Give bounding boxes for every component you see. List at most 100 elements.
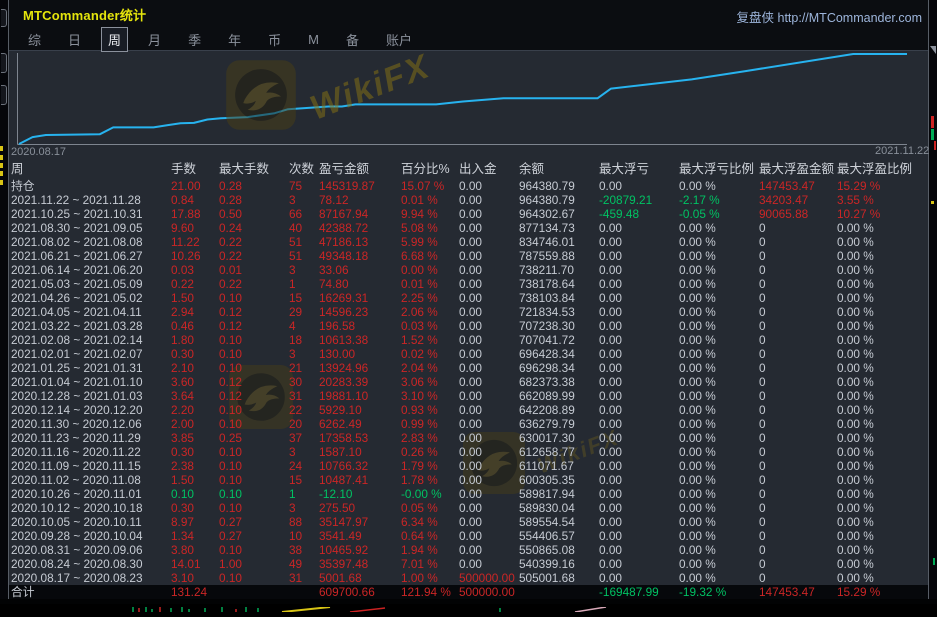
- cell-balance: 787559.88: [519, 249, 599, 263]
- tab-quarter[interactable]: 季: [181, 27, 208, 52]
- table-row[interactable]: 2021.10.25 ~ 2021.10.3117.880.506687167.…: [9, 207, 928, 221]
- cell-max_lots: 0.12: [219, 305, 289, 319]
- cell-max_float_loss_pct: 0.00 %: [679, 557, 759, 571]
- cell-max_float_loss_pct: 0.00 %: [679, 221, 759, 235]
- table-row[interactable]: 2021.05.03 ~ 2021.05.090.220.22174.800.0…: [9, 277, 928, 291]
- table-row[interactable]: 2021.03.22 ~ 2021.03.280.460.124196.580.…: [9, 319, 928, 333]
- table-row[interactable]: 2020.08.31 ~ 2020.09.063.800.103810465.9…: [9, 543, 928, 557]
- table-row[interactable]: 2020.10.05 ~ 2020.10.118.970.278835147.9…: [9, 515, 928, 529]
- cell-lots: 1.50: [171, 473, 219, 487]
- table-row[interactable]: 2020.08.24 ~ 2020.08.3014.011.004935397.…: [9, 557, 928, 571]
- tab-day[interactable]: 日: [61, 27, 88, 52]
- total-row[interactable]: 合计131.24609700.66121.94 %500000.00-16948…: [9, 585, 928, 599]
- cell-max_float_loss_pct: 0.00 %: [679, 487, 759, 501]
- cell-pnl: 16269.31: [319, 291, 401, 305]
- cell-max_float_profit: 0: [759, 515, 837, 529]
- table-row[interactable]: 2020.12.28 ~ 2021.01.033.640.123119881.1…: [9, 389, 928, 403]
- table-row[interactable]: 2020.11.30 ~ 2020.12.062.000.10206262.49…: [9, 417, 928, 431]
- cell-max_float_profit_pct: 0.00 %: [837, 473, 928, 487]
- cell-max_float_loss_pct: 0.00 %: [679, 431, 759, 445]
- table-row[interactable]: 持仓21.000.2875145319.8715.07 %0.00964380.…: [9, 179, 928, 193]
- cell-max_float_profit: 0: [759, 263, 837, 277]
- chart-end-date-label: 2021.11.22: [875, 145, 929, 157]
- col-header-max_lots: 最大手数: [219, 161, 289, 178]
- table-row[interactable]: 2021.08.02 ~ 2021.08.0811.220.225147186.…: [9, 235, 928, 249]
- cell-balance: 550865.08: [519, 543, 599, 557]
- table-row[interactable]: 2020.11.02 ~ 2020.11.081.500.101510487.4…: [9, 473, 928, 487]
- cell-max_float_loss: -20879.21: [599, 193, 679, 207]
- table-row[interactable]: 2020.10.26 ~ 2020.11.010.100.101-12.10-0…: [9, 487, 928, 501]
- table-row[interactable]: 2021.04.26 ~ 2021.05.021.500.101516269.3…: [9, 291, 928, 305]
- cell-count: 15: [289, 291, 319, 305]
- table-row[interactable]: 2021.02.01 ~ 2021.02.070.300.103130.000.…: [9, 347, 928, 361]
- cell-max_float_loss_pct: 0.00 %: [679, 319, 759, 333]
- cell-lots: 3.85: [171, 431, 219, 445]
- cell-pnl: 6262.49: [319, 417, 401, 431]
- cell-pct: 5.08 %: [401, 221, 459, 235]
- tab-memo[interactable]: 备: [339, 27, 366, 52]
- cell-pct: 0.64 %: [401, 529, 459, 543]
- cell-lots: 2.10: [171, 361, 219, 375]
- cell-count: 3: [289, 347, 319, 361]
- table-row[interactable]: 2020.12.14 ~ 2020.12.202.200.10225929.10…: [9, 403, 928, 417]
- table-row[interactable]: 2020.10.12 ~ 2020.10.180.300.103275.500.…: [9, 501, 928, 515]
- table-row[interactable]: 2021.04.05 ~ 2021.04.112.940.122914596.2…: [9, 305, 928, 319]
- cell-pnl: 196.58: [319, 319, 401, 333]
- cell-max_float_profit_pct: 0.00 %: [837, 417, 928, 431]
- table-row[interactable]: 2021.01.25 ~ 2021.01.312.100.102113924.9…: [9, 361, 928, 375]
- tab-currency[interactable]: 币: [261, 27, 288, 52]
- cell-period: 持仓: [11, 179, 171, 193]
- cell-count: 1: [289, 277, 319, 291]
- cell-lots: 11.22: [171, 235, 219, 249]
- tab-year[interactable]: 年: [221, 27, 248, 52]
- cell-cash_flow: 0.00: [459, 221, 519, 235]
- cell-max_lots: 0.10: [219, 543, 289, 557]
- table-row[interactable]: 2021.11.22 ~ 2021.11.280.840.28378.120.0…: [9, 193, 928, 207]
- brand-link[interactable]: 复盘侠 http://MTCommander.com: [737, 7, 922, 26]
- cell-period: 2021.02.01 ~ 2021.02.07: [11, 347, 171, 361]
- table-rows: 持仓21.000.2875145319.8715.07 %0.00964380.…: [9, 179, 928, 585]
- cell-period: 2020.11.30 ~ 2020.12.06: [11, 417, 171, 431]
- cell-cash_flow: 0.00: [459, 375, 519, 389]
- tab-m[interactable]: M: [301, 29, 326, 50]
- table-row[interactable]: 2021.06.21 ~ 2021.06.2710.260.225149348.…: [9, 249, 928, 263]
- table-row[interactable]: 2020.11.09 ~ 2020.11.152.380.102410766.3…: [9, 459, 928, 473]
- cell-pnl: 87167.94: [319, 207, 401, 221]
- table-row[interactable]: 2021.08.30 ~ 2021.09.059.600.244042388.7…: [9, 221, 928, 235]
- tab-week[interactable]: 周: [101, 27, 128, 52]
- cell-max_lots: 0.50: [219, 207, 289, 221]
- tab-month[interactable]: 月: [141, 27, 168, 52]
- cell-pct: 0.99 %: [401, 417, 459, 431]
- table-row[interactable]: 2020.08.17 ~ 2020.08.233.100.10315001.68…: [9, 571, 928, 585]
- tab-composite[interactable]: 综: [21, 27, 48, 52]
- cell-pnl: 5929.10: [319, 403, 401, 417]
- cell-max_float_loss: 0.00: [599, 473, 679, 487]
- table-row[interactable]: 2021.01.04 ~ 2021.01.103.600.123020283.3…: [9, 375, 928, 389]
- tab-account[interactable]: 账户: [379, 27, 419, 52]
- cell-count: 3: [289, 263, 319, 277]
- cell-period: 2020.10.05 ~ 2020.10.11: [11, 515, 171, 529]
- cell-max_float_loss: 0.00: [599, 361, 679, 375]
- cell-max_float_profit: 0: [759, 235, 837, 249]
- cell-max_float_profit: 0: [759, 501, 837, 515]
- table-row[interactable]: 2021.06.14 ~ 2021.06.200.030.01333.060.0…: [9, 263, 928, 277]
- cell-max_float_profit_pct: 0.00 %: [837, 543, 928, 557]
- table-row[interactable]: 2020.11.16 ~ 2020.11.220.300.1031587.100…: [9, 445, 928, 459]
- cell-max_float_loss: 0.00: [599, 389, 679, 403]
- cell-pnl: 33.06: [319, 263, 401, 277]
- cell-max_float_loss: 0.00: [599, 543, 679, 557]
- cell-pnl: 42388.72: [319, 221, 401, 235]
- cell-cash_flow: 0.00: [459, 557, 519, 571]
- cell-max_float_profit: 0: [759, 277, 837, 291]
- cell-max_float_loss_pct: 0.00 %: [679, 515, 759, 529]
- table-row[interactable]: 2020.09.28 ~ 2020.10.041.340.27103541.49…: [9, 529, 928, 543]
- cell-max_float_profit: 0: [759, 291, 837, 305]
- cell-max_float_profit_pct: 0.00 %: [837, 375, 928, 389]
- bottom-edge-chart-sliver: [0, 599, 937, 604]
- cell-max_float_profit_pct: 15.29 %: [837, 179, 928, 193]
- table-row[interactable]: 2020.11.23 ~ 2020.11.293.850.253717358.5…: [9, 431, 928, 445]
- cell-max_lots: 0.10: [219, 333, 289, 347]
- cell-pnl: 3541.49: [319, 529, 401, 543]
- cell-lots: 0.30: [171, 347, 219, 361]
- table-row[interactable]: 2021.02.08 ~ 2021.02.141.800.101810613.3…: [9, 333, 928, 347]
